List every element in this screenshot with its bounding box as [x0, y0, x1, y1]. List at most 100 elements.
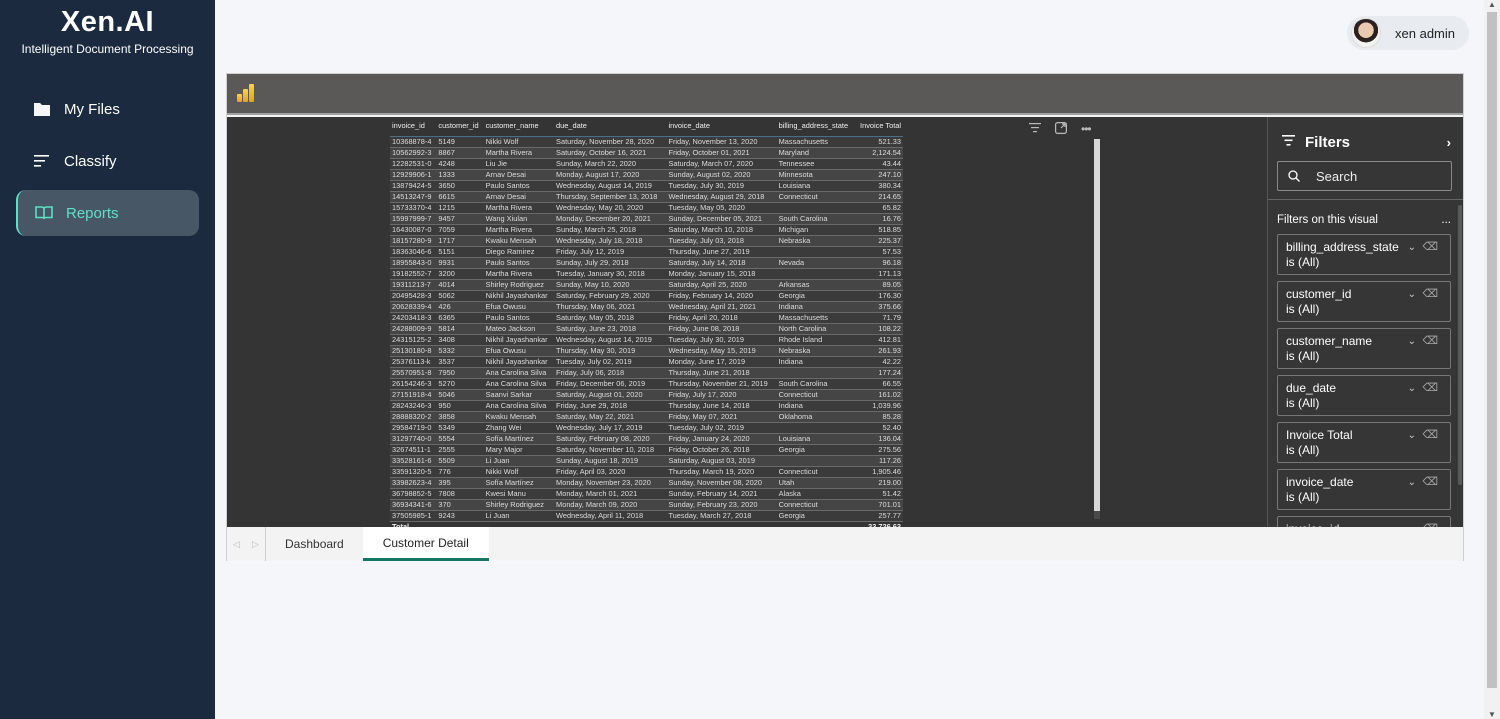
focus-mode-icon[interactable] [1055, 122, 1068, 137]
table-cell: Sunday, August 18, 2019 [554, 455, 667, 467]
table-cell: 33982623-4 [390, 477, 437, 489]
table-cell: 66.55 [854, 378, 903, 390]
table-row[interactable]: 33528161-6 5509 Li Juan Sunday, August 18, … [390, 455, 903, 467]
page-scrollbar[interactable]: ▲ ▼ [1484, 0, 1500, 719]
clear-filter-icon[interactable]: ⌫ [1422, 475, 1438, 490]
table-row[interactable]: 37505985-1 9243 Li Juan Wednesday, April 11… [390, 510, 903, 522]
sidebar: Xen.AI Intelligent Document Processing M… [0, 0, 215, 719]
table-row[interactable]: 14513247-9 6615 Arnav Desai Thursday, Septe… [390, 191, 903, 203]
column-header[interactable]: invoice_date [666, 119, 777, 137]
table-row[interactable]: 16430087-0 7059 Martha Rivera Sunday, March… [390, 224, 903, 236]
table-row[interactable]: 26154246-3 5270 Ana Carolina Silva Friday, … [390, 378, 903, 390]
table-scrollbar-thumb[interactable] [1094, 139, 1100, 511]
filters-scrollbar[interactable] [1458, 205, 1462, 485]
table-row[interactable]: 10368878-4 5149 Nikki Wolf Saturday, Novemb… [390, 136, 903, 148]
column-header[interactable]: billing_address_state [776, 119, 855, 137]
table-row[interactable]: 19311213-7 4014 Shirley Rodriguez Sunday, M… [390, 279, 903, 291]
table-cell: 9243 [436, 510, 484, 522]
table-row[interactable]: 24288009-9 5814 Mateo Jackson Saturday, Jun… [390, 323, 903, 335]
clear-filter-icon[interactable]: ⌫ [1422, 381, 1438, 396]
table-row[interactable]: 32674511-1 2555 Mary Major Saturday, Novemb… [390, 444, 903, 456]
sidebar-item-reports[interactable]: Reports [16, 190, 199, 236]
table-row[interactable]: 15733370-4 1215 Martha Rivera Wednesday, Ma… [390, 202, 903, 214]
table-cell: Efua Owusu [483, 301, 555, 313]
filter-icon[interactable] [1029, 122, 1041, 137]
table-row[interactable]: 28243246-3 950 Ana Carolina Silva Friday, J… [390, 400, 903, 412]
table-cell: Utah [776, 477, 855, 489]
table-row[interactable]: 33982623-4 395 Sofía Martínez Monday, Novem… [390, 477, 903, 489]
section-more-options-icon[interactable]: ... [1441, 214, 1451, 226]
filter-card[interactable]: customer_id is (All) ⌄ ⌫ [1277, 281, 1451, 322]
table-scrollbar[interactable] [1094, 139, 1100, 519]
filter-card[interactable]: due_date is (All) ⌄ ⌫ [1277, 375, 1451, 416]
chevron-down-icon[interactable]: ⌄ [1408, 381, 1416, 396]
sidebar-item-classify[interactable]: Classify [16, 138, 199, 184]
user-menu[interactable]: xen admin [1347, 16, 1469, 50]
scroll-up-icon[interactable]: ▲ [1488, 0, 1496, 9]
table-cell: Georgia [776, 444, 855, 456]
tab-customer-detail[interactable]: Customer Detail [362, 527, 489, 561]
chevron-down-icon[interactable]: ⌄ [1408, 334, 1416, 349]
table-row[interactable]: 20628339-4 426 Efua Owusu Thursday, May 06,… [390, 301, 903, 313]
chevron-down-icon[interactable]: ⌄ [1408, 240, 1416, 255]
clear-filter-icon[interactable]: ⌫ [1422, 334, 1438, 349]
column-header[interactable]: customer_id [436, 119, 484, 137]
table-row[interactable]: 18157280-9 1717 Kwaku Mensah Wednesday, Jul… [390, 235, 903, 247]
next-page-icon[interactable]: ▷ [252, 539, 259, 550]
table-row[interactable]: 36934341-6 370 Shirley Rodriguez Monday, Ma… [390, 499, 903, 511]
table-row[interactable]: 25570951-8 7950 Ana Carolina Silva Friday, … [390, 367, 903, 379]
table-row[interactable]: 31297740-0 5554 Sofía Martínez Saturday, Fe… [390, 433, 903, 445]
table-row[interactable]: 29584719-0 5349 Zhang Wei Wednesday, July 1… [390, 422, 903, 434]
chevron-down-icon[interactable]: ⌄ [1408, 475, 1416, 490]
filter-card[interactable]: customer_name is (All) ⌄ ⌫ [1277, 328, 1451, 369]
table-cell: 426 [436, 301, 484, 313]
chevron-down-icon[interactable]: ⌄ [1408, 287, 1416, 302]
column-header[interactable]: customer_name [483, 119, 555, 137]
filters-search-input[interactable]: Search [1277, 161, 1452, 191]
table-row[interactable]: 27151918-4 5046 Saanvi Sarkar Saturday, Aug… [390, 389, 903, 401]
table-row[interactable]: 12282531-0 4248 Liu Jie Sunday, March 22, 2… [390, 158, 903, 170]
table-row[interactable]: 24203418-3 6365 Paulo Santos Saturday, May … [390, 312, 903, 324]
table-row[interactable]: 24315125-2 3408 Nikhil Jayashankar Wednesda… [390, 334, 903, 346]
column-header[interactable]: invoice_id [390, 119, 437, 137]
filter-card[interactable]: invoice_idis (All)⌄⌫ [1277, 516, 1451, 527]
filter-card[interactable]: Invoice Total is (All) ⌄ ⌫ [1277, 422, 1451, 463]
table-cell: Kwaku Mensah [483, 235, 555, 247]
sidebar-item-my-files[interactable]: My Files [16, 86, 199, 132]
filter-card[interactable]: billing_address_state is (All) ⌄ ⌫ [1277, 234, 1451, 275]
filter-card[interactable]: invoice_date is (All) ⌄ ⌫ [1277, 469, 1451, 510]
table-row[interactable]: 25130180-8 5332 Efua Owusu Thursday, May 30… [390, 345, 903, 357]
table-row[interactable]: 10562992-3 8867 Martha Rivera Saturday, Oct… [390, 147, 903, 159]
table-row[interactable]: 18955843-0 9931 Paulo Santos Sunday, July 2… [390, 257, 903, 269]
chevron-down-icon[interactable]: ⌄ [1408, 428, 1416, 443]
table-cell: Tuesday, May 05, 2020 [666, 202, 777, 214]
table-cell: 3858 [436, 411, 484, 423]
prev-page-icon[interactable]: ◁ [233, 539, 240, 550]
table-row[interactable]: 18363046-6 5151 Diego Ramirez Friday, July … [390, 246, 903, 258]
table-cell: 171.13 [854, 268, 903, 280]
table-row[interactable]: 13879424-5 3650 Paulo Santos Wednesday, Aug… [390, 180, 903, 192]
table-cell: 5046 [436, 389, 484, 401]
table-row[interactable]: 36798852-5 7808 Kwesi Manu Monday, March 01… [390, 488, 903, 500]
table-cell: 96.18 [854, 257, 903, 269]
table-row[interactable]: 15997999-7 9457 Wang Xiulan Monday, Decembe… [390, 213, 903, 225]
table-cell: 13879424-5 [390, 180, 437, 192]
table-row[interactable]: 12929906-1 1333 Arnav Desai Monday, August … [390, 169, 903, 181]
filter-field: Invoice Total [1286, 428, 1353, 442]
column-header[interactable]: due_date [554, 119, 667, 137]
scroll-down-icon[interactable]: ▼ [1488, 710, 1496, 719]
table-row[interactable]: 19182552-7 3200 Martha Rivera Tuesday, Janu… [390, 268, 903, 280]
clear-filter-icon[interactable]: ⌫ [1422, 428, 1438, 443]
table-row[interactable]: 25376113-k 3537 Nikhil Jayashankar Tuesday,… [390, 356, 903, 368]
more-options-icon[interactable]: ••• [1081, 122, 1092, 137]
column-header[interactable]: Invoice Total [854, 119, 903, 137]
collapse-filters-icon[interactable]: › [1447, 135, 1451, 150]
filter-field: billing_address_state [1286, 240, 1399, 254]
table-row[interactable]: 33591320-5 776 Nikki Wolf Friday, April 03,… [390, 466, 903, 478]
clear-filter-icon[interactable]: ⌫ [1422, 240, 1438, 255]
table-row[interactable]: 28888320-2 3858 Kwaku Mensah Saturday, May … [390, 411, 903, 423]
table-row[interactable]: 20495428-3 5062 Nikhil Jayashankar Saturday… [390, 290, 903, 302]
scrollbar-thumb[interactable] [1487, 12, 1497, 688]
clear-filter-icon[interactable]: ⌫ [1422, 287, 1438, 302]
tab-dashboard[interactable]: Dashboard [266, 527, 363, 561]
